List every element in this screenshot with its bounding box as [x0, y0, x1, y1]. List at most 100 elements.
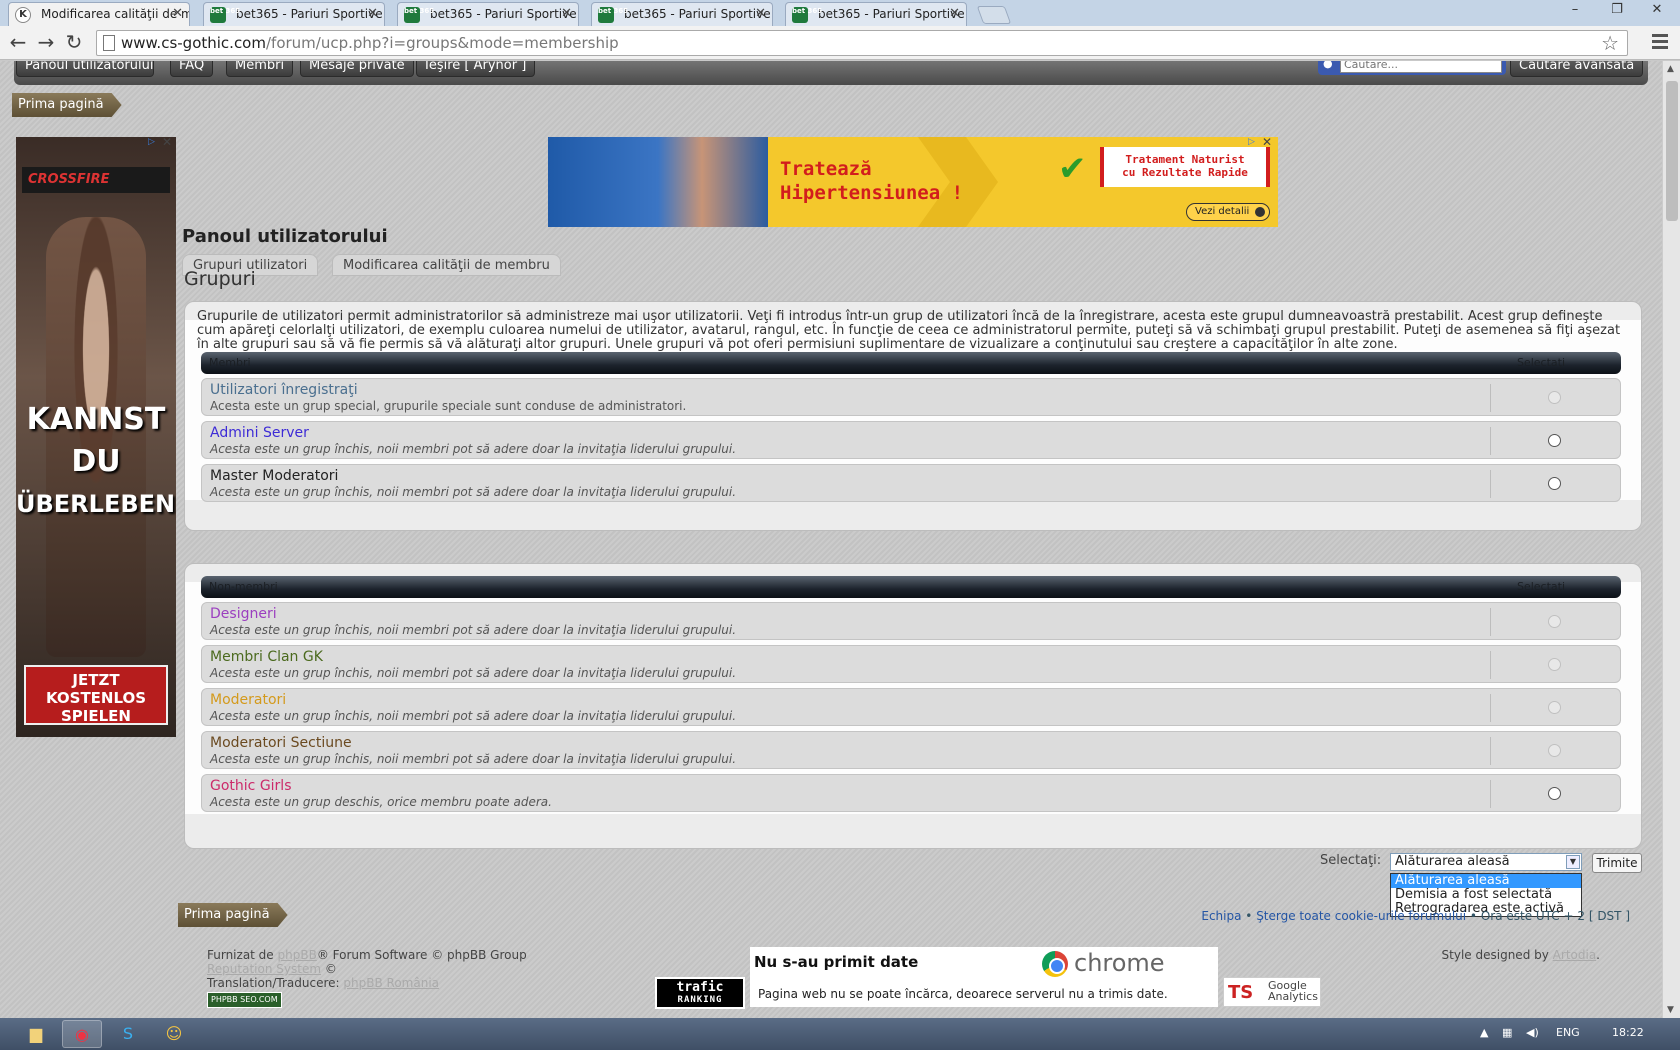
group-row: Designeri Acesta este un grup închis, no…: [201, 602, 1621, 640]
tab-membership[interactable]: Modificarea calităţii de membru: [332, 254, 561, 276]
team-link[interactable]: Echipa: [1201, 909, 1241, 923]
action-select[interactable]: Alăturarea aleasă ▼: [1390, 853, 1582, 871]
close-icon[interactable]: ✕: [755, 6, 766, 21]
close-icon[interactable]: ✕: [172, 6, 183, 21]
ts-logo: TS: [1228, 982, 1254, 1003]
restore-icon[interactable]: ❐: [1602, 2, 1632, 17]
scrollbar-thumb[interactable]: [1666, 81, 1678, 221]
trafic-ranking-badge[interactable]: trafic RANKING: [655, 977, 745, 1009]
tab-title: bet365 - Pariuri Sportive Online: [430, 7, 578, 21]
group-row: Gothic Girls Acesta este un grup deschis…: [201, 774, 1621, 812]
tab-4[interactable]: bet 365 bet365 - Pariuri Sportive Online…: [785, 2, 967, 26]
tab-1[interactable]: bet 365 bet365 - Pariuri Sportive Online…: [203, 2, 385, 26]
ad-cta-button[interactable]: JETZT KOSTENLOS SPIELEN: [24, 665, 168, 725]
group-name-link[interactable]: Membri Clan GK: [210, 649, 323, 665]
group-name-link[interactable]: Utilizatori înregistraţi: [210, 382, 358, 398]
chrome-taskbar-icon[interactable]: ◉: [62, 1020, 102, 1048]
ad-info-icon[interactable]: ▷: [1248, 137, 1255, 147]
language-indicator[interactable]: ENG: [1556, 1026, 1580, 1039]
nav-logout[interactable]: Ieşire [ Arynor ]: [416, 61, 536, 77]
clock[interactable]: 18:22: [1612, 1026, 1644, 1039]
seo-badge[interactable]: PHPBB SEO.COM: [207, 992, 282, 1008]
back-icon[interactable]: ←: [6, 31, 30, 55]
option-resign[interactable]: Demisia a fost selectată: [1391, 888, 1581, 902]
reputation-link[interactable]: Reputation System: [207, 962, 321, 976]
search-box: ●: [1318, 61, 1506, 75]
scroll-down-icon[interactable]: ▼: [1667, 1005, 1674, 1015]
group-name-link[interactable]: Designeri: [210, 606, 277, 622]
tab-3[interactable]: bet 365 bet365 - Pariuri Sportive Online…: [591, 2, 773, 26]
volume-icon[interactable]: ◀): [1526, 1026, 1539, 1039]
forward-icon[interactable]: →: [34, 31, 58, 55]
bet365-icon: bet 365: [404, 7, 434, 23]
breadcrumb-home-bottom[interactable]: Prima pagină: [178, 903, 288, 927]
ad-slogan-line: KANNST: [26, 402, 166, 437]
address-bar[interactable]: www.cs-gothic.com/forum/ucp.php?i=groups…: [96, 30, 1628, 56]
menu-icon[interactable]: [1652, 34, 1668, 52]
translation-link[interactable]: phpBB România: [343, 976, 439, 990]
group-row: Admini Server Acesta este un grup închis…: [201, 421, 1621, 459]
nav-faq[interactable]: FAQ: [170, 61, 214, 77]
group-name-link[interactable]: Admini Server: [210, 425, 309, 441]
bookmark-star-icon[interactable]: ☆: [1601, 31, 1619, 55]
new-tab-button[interactable]: [976, 6, 1012, 24]
chrome-wordmark: chrome: [1074, 949, 1165, 977]
search-input[interactable]: [1340, 61, 1502, 73]
delete-cookies-link[interactable]: Şterge toate cookie-urile forumului: [1256, 909, 1466, 923]
nav-ucp[interactable]: Panoul utilizatorului: [16, 61, 154, 77]
search-icon: ●: [1323, 61, 1333, 70]
chevron-down-icon[interactable]: ▼: [1566, 855, 1580, 869]
skype-icon[interactable]: S: [108, 1020, 148, 1048]
reload-icon[interactable]: ↻: [62, 31, 86, 55]
network-icon[interactable]: ▦: [1502, 1026, 1512, 1039]
group-name-link[interactable]: Moderatori Sectiune: [210, 735, 352, 751]
group-row: Moderatori Acesta este un grup închis, n…: [201, 688, 1621, 726]
scroll-up-icon[interactable]: ▲: [1667, 64, 1674, 74]
group-radio[interactable]: [1548, 477, 1561, 490]
group-radio: [1548, 701, 1561, 714]
ad-close-icon[interactable]: ✕: [1262, 135, 1272, 149]
ad-headline-line: Hipertensiunea !: [780, 182, 964, 204]
ad-close-icon[interactable]: ✕: [162, 135, 172, 149]
reputation-suffix: ©: [324, 962, 337, 976]
column-divider: [1490, 737, 1491, 765]
minimize-icon[interactable]: –: [1560, 2, 1590, 17]
nav-members[interactable]: Membri: [226, 61, 294, 77]
close-icon[interactable]: ✕: [561, 6, 572, 21]
close-icon[interactable]: ✕: [367, 6, 378, 21]
column-divider: [1490, 651, 1491, 679]
option-join[interactable]: Alăturarea aleasă: [1391, 874, 1581, 888]
messenger-icon[interactable]: ☺: [154, 1020, 194, 1048]
close-icon[interactable]: ✕: [949, 6, 960, 21]
column-divider: [1490, 384, 1491, 412]
error-message: Pagina web nu se poate încărca, deoarece…: [758, 987, 1168, 1001]
file-explorer-icon[interactable]: ▆: [16, 1020, 56, 1048]
breadcrumb-home[interactable]: Prima pagină: [12, 93, 122, 117]
web-page: Panoul utilizatorului FAQ Membri Mesaje …: [0, 61, 1662, 1018]
ad-info-icon[interactable]: ▷: [148, 137, 155, 147]
group-name-link[interactable]: Master Moderatori: [210, 468, 338, 484]
side-advertisement[interactable]: CROSSFIRE KANNST DU ÜBERLEBEN? JETZT KOS…: [16, 137, 176, 737]
advanced-search-link[interactable]: Căutare avansată: [1510, 61, 1644, 77]
check-icon: ✔: [1058, 149, 1087, 189]
tab-2[interactable]: bet 365 bet365 - Pariuri Sportive Online…: [397, 2, 579, 26]
group-name-link[interactable]: Gothic Girls: [210, 778, 292, 794]
tab-0[interactable]: K Modificarea calităţii de membru ✕: [8, 2, 190, 26]
style-link[interactable]: Artodia: [1553, 948, 1597, 962]
group-radio[interactable]: [1548, 434, 1561, 447]
ad-details-button[interactable]: Vezi detalii: [1186, 203, 1271, 221]
analytics-badge[interactable]: TS Google Analytics: [1223, 977, 1321, 1007]
group-name-link[interactable]: Moderatori: [210, 692, 286, 708]
close-window-icon[interactable]: ✕: [1642, 2, 1672, 17]
group-radio[interactable]: [1548, 787, 1561, 800]
k-icon: K: [15, 7, 31, 23]
top-advertisement[interactable]: Tratează Hipertensiunea ! ✔ Tratament Na…: [548, 137, 1278, 227]
group-description: Acesta este un grup închis, noii membri …: [210, 623, 737, 637]
page-scrollbar[interactable]: ▲ ▼: [1662, 61, 1680, 1018]
submit-button[interactable]: Trimite: [1592, 853, 1642, 873]
nav-private-messages[interactable]: Mesaje private: [300, 61, 414, 77]
tray-expand-icon[interactable]: ▲: [1480, 1026, 1488, 1039]
intro-text: Grupurile de utilizatori permit administ…: [197, 309, 1621, 352]
phpbb-link[interactable]: phpBB: [278, 948, 317, 962]
group-description: Acesta este un grup deschis, orice membr…: [210, 795, 552, 809]
